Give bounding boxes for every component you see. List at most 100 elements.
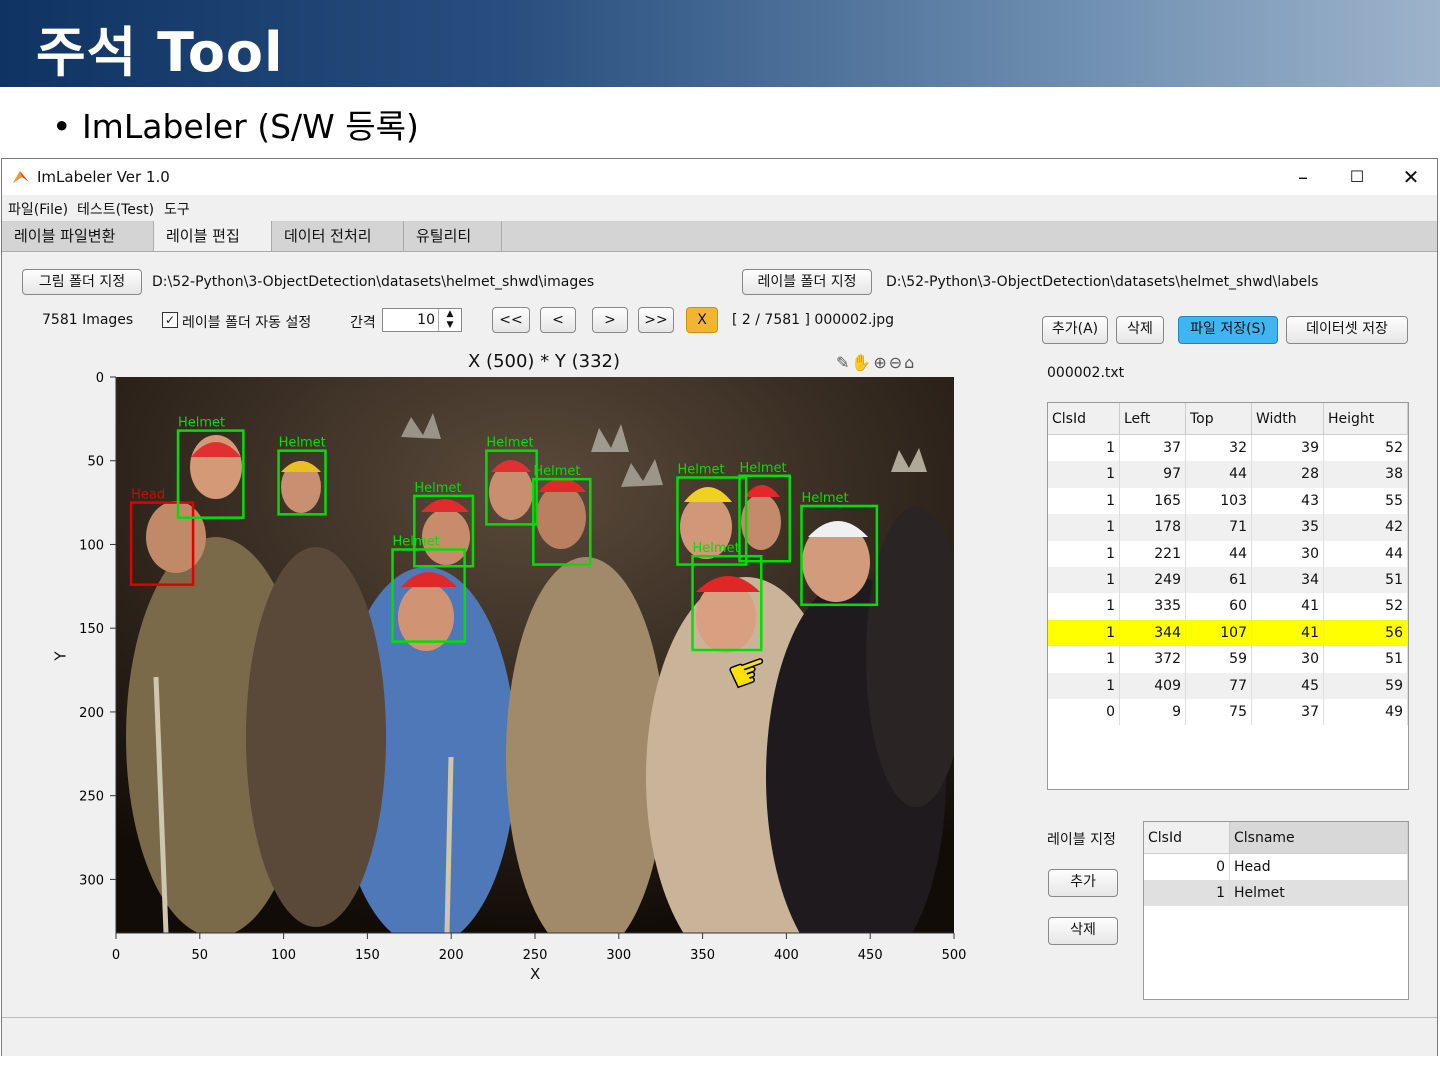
bbox-layer[interactable]: HeadHelmetHelmetHelmetHelmetHelmetHelmet… — [116, 377, 954, 933]
x-button[interactable]: X — [686, 307, 718, 333]
brush-icon[interactable]: ✎ — [836, 353, 851, 372]
slide-title: 주석 Tool — [36, 21, 284, 84]
y-tick-label: 100 — [79, 538, 104, 553]
interval-spinner[interactable]: 10 ▲ ▼ — [382, 308, 462, 332]
bbox-cell-width: 43 — [1252, 487, 1324, 515]
close-button[interactable]: ✕ — [1396, 163, 1426, 191]
class-table[interactable]: ClsId Clsname 0 Head 1 Helmet — [1143, 821, 1409, 1000]
bbox-helmet[interactable] — [532, 477, 592, 566]
bbox-table-row[interactable]: 1 372 59 30 51 — [1048, 646, 1408, 673]
class-row[interactable]: 0 Head — [1144, 854, 1408, 881]
bbox-table-row[interactable]: 1 221 44 30 44 — [1048, 540, 1408, 567]
y-tick-label: 0 — [96, 371, 104, 386]
image-position: [ 2 / 7581 ] 000002.jpg — [732, 312, 894, 328]
bbox-cell-width: 41 — [1252, 593, 1324, 620]
tab-label-convert[interactable]: 레이블 파일변환 — [2, 221, 154, 251]
class-row-name: Head — [1230, 854, 1408, 881]
matlab-icon — [13, 171, 29, 183]
bbox-table[interactable]: ClsId Left Top Width Height 1 37 32 39 52 1 97… — [1047, 402, 1409, 790]
bbox-cell-width: 39 — [1252, 435, 1324, 462]
bbox-label: Helmet — [279, 436, 326, 451]
title-bar: ImLabeler Ver 1.0 – ☐ ✕ — [2, 159, 1437, 195]
bbox-table-row[interactable]: 1 344 107 41 56 — [1048, 619, 1408, 647]
class-row-id: 1 — [1144, 880, 1230, 907]
app-window: ImLabeler Ver 1.0 – ☐ ✕ 파일(File) 테스트(Tes… — [1, 158, 1438, 1056]
bbox-helmet[interactable] — [485, 449, 538, 526]
image-folder-button[interactable]: 그림 폴더 지정 — [22, 269, 142, 295]
x-tick-label: 350 — [690, 948, 715, 963]
col-cls-name[interactable]: Clsname — [1230, 822, 1408, 854]
interval-value: 10 — [417, 312, 435, 328]
maximize-button[interactable]: ☐ — [1342, 163, 1372, 191]
x-tick-label: 450 — [858, 948, 883, 963]
zoom-in-icon[interactable]: ⊕ — [873, 353, 888, 372]
bbox-cell-width: 30 — [1252, 540, 1324, 567]
bbox-cell-height: 52 — [1324, 435, 1408, 462]
annotation-image[interactable]: Head Helmet Helmet Helmet Helmet Helmet Helmet… — [116, 377, 954, 933]
tab-utility[interactable]: 유틸리티 — [404, 221, 502, 251]
y-tick-label: 150 — [79, 622, 104, 637]
col-top[interactable]: Top — [1186, 403, 1252, 435]
bbox-helmet[interactable] — [691, 554, 763, 652]
bbox-label: Helmet — [801, 491, 848, 506]
bbox-helmet[interactable] — [391, 548, 466, 643]
nav-prev-button[interactable]: < — [540, 307, 576, 333]
spinner-arrows-icon[interactable]: ▲ ▼ — [438, 309, 461, 331]
home-icon[interactable]: ⌂ — [904, 353, 916, 372]
bbox-label: Helmet — [414, 481, 461, 496]
menu-file[interactable]: 파일(File) — [8, 199, 68, 219]
bbox-cell-clsid: 1 — [1048, 672, 1120, 699]
bbox-cell-top: 44 — [1186, 461, 1252, 488]
bbox-cell-top: 60 — [1186, 593, 1252, 620]
bbox-cell-width: 34 — [1252, 567, 1324, 594]
tab-preprocess[interactable]: 데이터 전처리 — [272, 221, 404, 251]
bbox-table-row[interactable]: 1 178 71 35 42 — [1048, 514, 1408, 541]
col-height[interactable]: Height — [1324, 403, 1408, 435]
menu-tools[interactable]: 도구 — [164, 199, 190, 219]
bbox-table-row[interactable]: 1 409 77 45 59 — [1048, 672, 1408, 699]
bbox-helmet[interactable] — [277, 449, 327, 516]
label-delete-button[interactable]: 삭제 — [1048, 917, 1118, 945]
bbox-table-row[interactable]: 1 335 60 41 52 — [1048, 593, 1408, 620]
label-folder-button[interactable]: 레이블 폴더 지정 — [742, 269, 872, 295]
bbox-cell-top: 77 — [1186, 672, 1252, 699]
bbox-helmet[interactable] — [800, 504, 879, 607]
col-width[interactable]: Width — [1252, 403, 1324, 435]
bbox-table-row[interactable]: 0 9 75 37 49 — [1048, 699, 1408, 726]
nav-first-button[interactable]: << — [492, 307, 530, 333]
col-left[interactable]: Left — [1120, 403, 1186, 435]
zoom-out-icon[interactable]: ⊖ — [889, 353, 904, 372]
label-folder-path: D:\52-Python\3-ObjectDetection\datasets\… — [886, 274, 1319, 290]
bbox-cell-height: 55 — [1324, 487, 1408, 515]
bbox-cell-left: 9 — [1120, 699, 1186, 726]
class-row[interactable]: 1 Helmet — [1144, 880, 1408, 907]
nav-last-button[interactable]: >> — [638, 307, 674, 333]
bbox-label: Helmet — [693, 541, 740, 556]
x-tick-label: 400 — [774, 948, 799, 963]
save-dataset-button[interactable]: 데이터셋 저장 — [1286, 316, 1408, 344]
bbox-label: Helmet — [486, 436, 533, 451]
minimize-button[interactable]: – — [1288, 163, 1318, 191]
bbox-head[interactable] — [129, 501, 195, 586]
label-add-button[interactable]: 추가 — [1048, 869, 1118, 897]
save-file-button[interactable]: 파일 저장(S) — [1178, 316, 1278, 344]
bbox-table-row[interactable]: 1 249 61 34 51 — [1048, 567, 1408, 594]
bbox-cell-width: 37 — [1252, 699, 1324, 726]
bbox-cell-height: 38 — [1324, 461, 1408, 488]
tab-label-edit[interactable]: 레이블 편집 — [154, 221, 272, 251]
bbox-table-row[interactable]: 1 37 32 39 52 — [1048, 435, 1408, 462]
col-cls-id[interactable]: ClsId — [1144, 822, 1230, 854]
bbox-table-row[interactable]: 1 165 103 43 55 — [1048, 487, 1408, 515]
pan-hand-icon[interactable]: ✋ — [851, 353, 873, 372]
bbox-table-row[interactable]: 1 97 44 28 38 — [1048, 461, 1408, 488]
nav-next-button[interactable]: > — [592, 307, 628, 333]
menu-test[interactable]: 테스트(Test) — [77, 199, 154, 219]
bbox-cell-width: 35 — [1252, 514, 1324, 541]
add-box-button[interactable]: 추가(A) — [1042, 316, 1108, 344]
col-clsid[interactable]: ClsId — [1048, 403, 1120, 435]
bbox-cell-width: 30 — [1252, 646, 1324, 673]
bbox-helmet[interactable] — [176, 429, 245, 519]
bbox-cell-clsid: 1 — [1048, 593, 1120, 620]
delete-box-button[interactable]: 삭제 — [1116, 316, 1164, 344]
auto-label-checkbox[interactable]: ✓ — [162, 312, 178, 328]
